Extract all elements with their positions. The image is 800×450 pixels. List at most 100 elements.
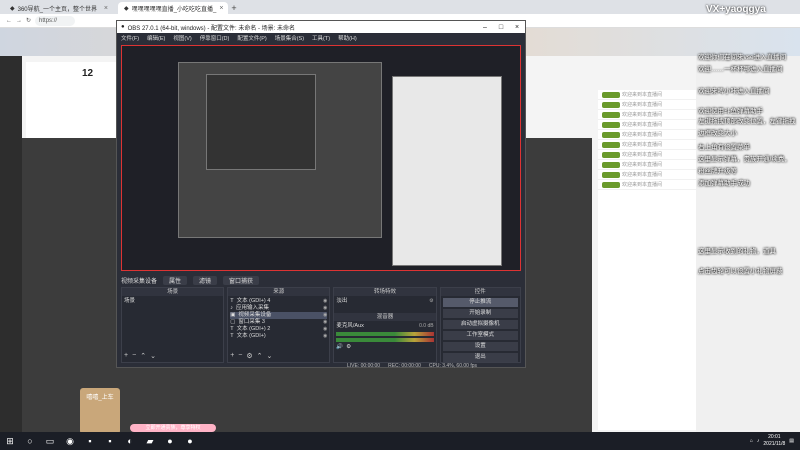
nav-item[interactable]	[0, 56, 22, 76]
chat-panel: 欢迎来到本直播间 欢迎来到本直播间 欢迎来到本直播间 欢迎来到本直播间 欢迎来到…	[598, 90, 696, 430]
down-icon[interactable]: ⌄	[267, 352, 273, 360]
windows-start-icon[interactable]: ⊞	[0, 432, 20, 450]
volume-icon[interactable]: ♪	[757, 438, 760, 444]
transition-select[interactable]: 淡出 ⚙	[336, 298, 433, 305]
menu-item[interactable]: 文件(F)	[121, 34, 139, 42]
dock-title: 场景	[122, 288, 224, 296]
close-icon[interactable]: ×	[104, 5, 108, 12]
minimize-icon[interactable]: –	[477, 24, 493, 31]
visibility-icon[interactable]: ◉	[323, 298, 327, 305]
browser-tab-active[interactable]: ◆ 嘿嘿嘿嘿嘿直播_小吃吃吃直播_ ×	[118, 2, 228, 14]
photoshop-icon[interactable]: ▪	[100, 432, 120, 450]
obs-window: ● OBS 27.0.1 (64-bit, windows) - 配置文件: 未…	[116, 20, 526, 369]
obs-app-icon[interactable]: ◉	[60, 432, 80, 450]
live-time: LIVE: 00:00:00	[347, 363, 381, 369]
chat-row: 欢迎来到本直播间	[598, 90, 696, 100]
add-icon[interactable]: +	[230, 352, 234, 360]
tab-favicon-icon: ◆	[124, 5, 129, 12]
menu-item[interactable]: 停靠窗口(D)	[200, 34, 230, 42]
dock-title: 混音器	[334, 313, 436, 321]
chat-row: 欢迎来到本直播间	[598, 150, 696, 160]
settings-button[interactable]: 设置	[442, 342, 518, 351]
menu-item[interactable]: 帮助(H)	[338, 34, 357, 42]
network-icon[interactable]: ⌂	[750, 438, 753, 444]
close-icon[interactable]: ×	[219, 5, 223, 12]
nav-item[interactable]	[0, 96, 22, 116]
gear-icon[interactable]: ⚙	[429, 298, 433, 305]
add-icon[interactable]: +	[124, 352, 128, 360]
filters-button[interactable]: 滤镜	[193, 275, 218, 285]
source-item[interactable]: ♪ 应用输入采集 ◉	[230, 305, 327, 312]
browser-app-icon[interactable]: ●	[160, 432, 180, 450]
remove-icon[interactable]: −	[238, 352, 242, 360]
gear-icon[interactable]: ⚙	[346, 344, 351, 351]
app-icon[interactable]: ●	[180, 432, 200, 450]
clock[interactable]: 20:01 2021/11/8	[763, 434, 785, 448]
menu-item[interactable]: 编辑(E)	[147, 34, 165, 42]
gift-box[interactable]: 嘻嘻_上车	[80, 388, 120, 434]
rec-time: REC: 00:00:00	[388, 363, 421, 369]
studio-mode-button[interactable]: 工作室模式	[442, 331, 518, 340]
chat-row: 欢迎来到本直播间	[598, 100, 696, 110]
nav-item[interactable]	[0, 116, 22, 136]
folder-icon[interactable]: ▰	[140, 432, 160, 450]
obs-preview[interactable]	[121, 45, 521, 271]
source-item[interactable]: T 文本 (GDI+) 4 ◉	[230, 298, 327, 305]
visibility-icon[interactable]: ◉	[323, 333, 327, 340]
overlay-message: 添加弹幕助手成功	[698, 180, 750, 187]
exit-button[interactable]: 退出	[442, 353, 518, 362]
browser-tab-bar: ◆ 360导航_一个主页，整个世界 × ◆ 嘿嘿嘿嘿嘿直播_小吃吃吃直播_ × +	[0, 0, 800, 14]
visibility-icon[interactable]: ◉	[323, 305, 327, 312]
menu-item[interactable]: 场景集合(S)	[275, 34, 304, 42]
source-toolbar: 视频采集设备 属性 滤镜 窗口捕获	[121, 275, 521, 285]
visibility-icon[interactable]: ◉	[323, 312, 327, 319]
visibility-icon[interactable]: ◉	[323, 326, 327, 333]
source-item[interactable]: ▢ 窗口采集 3 ◉	[230, 319, 327, 326]
virtual-camera-button[interactable]: 启动虚拟摄像机	[442, 320, 518, 329]
chat-row: 欢迎来到本直播间	[598, 160, 696, 170]
properties-button[interactable]: 属性	[163, 275, 188, 285]
source-label: 视频采集设备	[121, 278, 158, 285]
remove-icon[interactable]: −	[132, 352, 136, 360]
maximize-icon[interactable]: □	[493, 24, 509, 31]
url-input[interactable]: https://	[35, 15, 76, 26]
stop-stream-button[interactable]: 停止推流	[442, 298, 518, 307]
forward-icon[interactable]: →	[16, 18, 22, 24]
reload-icon[interactable]: ↻	[26, 17, 31, 24]
speaker-icon[interactable]: 🔊	[336, 344, 343, 351]
menu-item[interactable]: 视图(V)	[173, 34, 191, 42]
new-tab-button[interactable]: +	[228, 2, 240, 14]
back-icon[interactable]: ←	[6, 18, 12, 24]
notification-icon[interactable]: ▤	[789, 438, 794, 444]
task-view-icon[interactable]: ▭	[40, 432, 60, 450]
noble-banner[interactable]: 立即开通贵族，尊享特权	[130, 424, 216, 432]
visibility-icon[interactable]: ◉	[323, 319, 327, 326]
captured-chat	[392, 76, 502, 266]
nav-item[interactable]	[0, 136, 22, 156]
browser-tab[interactable]: ◆ 360导航_一个主页，整个世界 ×	[4, 2, 114, 14]
window-capture-button[interactable]: 窗口捕获	[223, 275, 260, 285]
down-icon[interactable]: ⌄	[150, 352, 156, 360]
mixer-dock: 转场特效 淡出 ⚙ 混音器 麦克风/Aux 0.0 dB 🔊 ⚙	[333, 287, 437, 363]
menu-item[interactable]: 配置文件(P)	[237, 34, 266, 42]
gear-icon[interactable]: ⚙	[246, 352, 252, 360]
dock-title: 来源	[228, 288, 330, 296]
edge-icon[interactable]: ◐	[120, 432, 140, 450]
search-icon[interactable]: ○	[20, 432, 40, 450]
menu-item[interactable]: 工具(T)	[312, 34, 330, 42]
nav-item[interactable]	[0, 76, 22, 96]
nested-capture-inner	[206, 74, 316, 170]
source-item[interactable]: T 文本 (GDI+) ◉	[230, 333, 327, 340]
source-item-selected[interactable]: ▣ 视频采集设备 ◉	[230, 312, 328, 319]
volume-slider[interactable]: 🔊 ⚙	[336, 344, 433, 351]
close-icon[interactable]: ×	[509, 24, 525, 31]
scene-item[interactable]: 场景	[124, 298, 221, 305]
obs-title: OBS 27.0.1 (64-bit, windows) - 配置文件: 未命名…	[127, 25, 295, 32]
source-item[interactable]: T 文本 (GDI+) 2 ◉	[230, 326, 327, 333]
up-icon[interactable]: ⌃	[257, 352, 263, 360]
overlay-message: 这里显示收到的礼物，道具	[698, 248, 776, 255]
premiere-icon[interactable]: ▪	[80, 432, 100, 450]
tab-label: 嘿嘿嘿嘿嘿直播_小吃吃吃直播_	[131, 6, 217, 13]
start-recording-button[interactable]: 开始录制	[442, 309, 518, 318]
up-icon[interactable]: ⌃	[140, 352, 146, 360]
